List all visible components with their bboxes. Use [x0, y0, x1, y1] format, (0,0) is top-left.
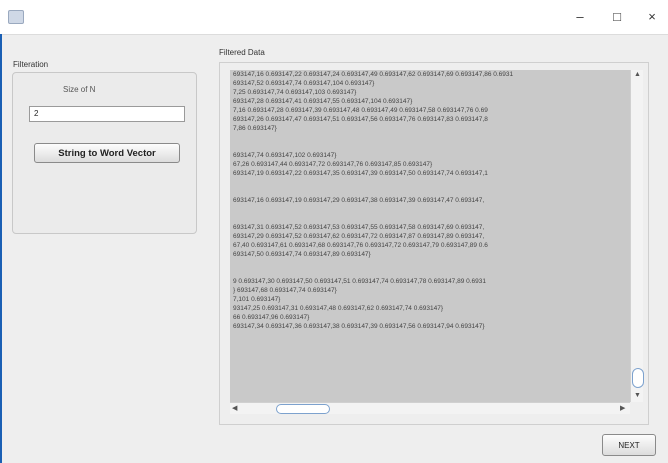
app-icon — [8, 10, 24, 24]
vertical-scroll-thumb[interactable] — [632, 368, 644, 388]
filtered-data-line: 7,25 0.693147,74 0.693147,103 0.693147} — [233, 89, 357, 96]
window-edge — [0, 34, 2, 463]
filtered-data-line — [230, 268, 630, 277]
filtered-data-line: 9 0.693147,30 0.693147,50 0.693147,51 0.… — [233, 278, 487, 285]
size-of-n-label: Size of N — [63, 85, 96, 94]
string-to-word-vector-button[interactable]: String to Word Vector — [34, 143, 180, 163]
filtered-data-line: 693147,29 0.693147,52 0.693147,62 0.6931… — [233, 233, 485, 240]
maximize-button[interactable]: □ — [603, 7, 631, 27]
filtered-data-line: 693147,28 0.693147,41 0.693147,55 0.6931… — [233, 98, 413, 105]
filtered-data-textarea[interactable]: 693147,16 0.693147,22 0.693147,24 0.6931… — [230, 70, 630, 402]
filtered-data-line — [230, 178, 630, 187]
filtered-data-line — [230, 142, 630, 151]
next-button[interactable]: NEXT — [602, 434, 656, 456]
size-of-n-input[interactable]: 2 — [29, 106, 185, 122]
filtered-data-line: 693147,26 0.693147,47 0.693147,51 0.6931… — [233, 116, 488, 123]
filtered-data-line: 693147,74 0.693147,102 0.693147} — [233, 152, 337, 159]
filtered-data-line: 693147,16 0.693147,22 0.693147,24 0.6931… — [233, 71, 514, 78]
filtered-data-line: 693147,16 0.693147,19 0.693147,29 0.6931… — [233, 197, 485, 204]
filtered-data-line: 67,26 0.693147,44 0.693147,72 0.693147,7… — [233, 161, 433, 168]
filtered-data-line: 7,101 0.693147} — [233, 296, 281, 303]
filtered-data-line: 66 0.693147,96 0.693147} — [233, 314, 310, 321]
filtered-data-line: 93147,25 0.693147,31 0.693147,48 0.69314… — [233, 305, 444, 312]
filtered-data-line — [230, 259, 630, 268]
filtered-data-line: } 693147,68 0.693147,74 0.693147} — [233, 287, 337, 294]
filteration-title: Filteration — [13, 60, 49, 69]
horizontal-scroll-thumb[interactable] — [276, 404, 330, 414]
scroll-down-arrow-icon[interactable]: ▼ — [634, 392, 641, 399]
scroll-right-arrow-icon[interactable]: ▶ — [620, 404, 625, 412]
filtered-data-line: 693147,19 0.693147,22 0.693147,35 0.6931… — [233, 170, 488, 177]
filtered-data-line — [230, 187, 630, 196]
filtered-data-line — [230, 214, 630, 223]
filtered-data-line: 693147,50 0.693147,74 0.693147,89 0.6931… — [233, 251, 371, 258]
filtered-data-line — [230, 205, 630, 214]
vertical-scrollbar[interactable]: ▲ ▼ — [630, 70, 644, 402]
scroll-left-arrow-icon[interactable]: ◀ — [232, 404, 237, 412]
filtered-data-line: 7,86 0.693147} — [233, 125, 277, 132]
filtered-data-line: 693147,52 0.693147,74 0.693147,104 0.693… — [233, 80, 375, 87]
filtered-data-title: Filtered Data — [219, 48, 265, 57]
horizontal-scrollbar[interactable]: ◀ ▶ — [230, 402, 630, 414]
filtered-data-line — [230, 133, 630, 142]
filtered-data-line: 67,40 0.693147,61 0.693147,68 0.693147,7… — [233, 242, 488, 249]
title-bar: – □ × — [0, 0, 668, 35]
close-button[interactable]: × — [638, 7, 666, 27]
minimize-button[interactable]: – — [566, 7, 594, 27]
filtered-data-line: 693147,31 0.693147,52 0.693147,53 0.6931… — [233, 224, 485, 231]
filtered-data-line: 693147,34 0.693147,36 0.693147,38 0.6931… — [233, 323, 485, 330]
filtered-data-line: 7,16 0.693147,28 0.693147,39 0.693147,48… — [233, 107, 488, 114]
scroll-up-arrow-icon[interactable]: ▲ — [634, 71, 641, 78]
